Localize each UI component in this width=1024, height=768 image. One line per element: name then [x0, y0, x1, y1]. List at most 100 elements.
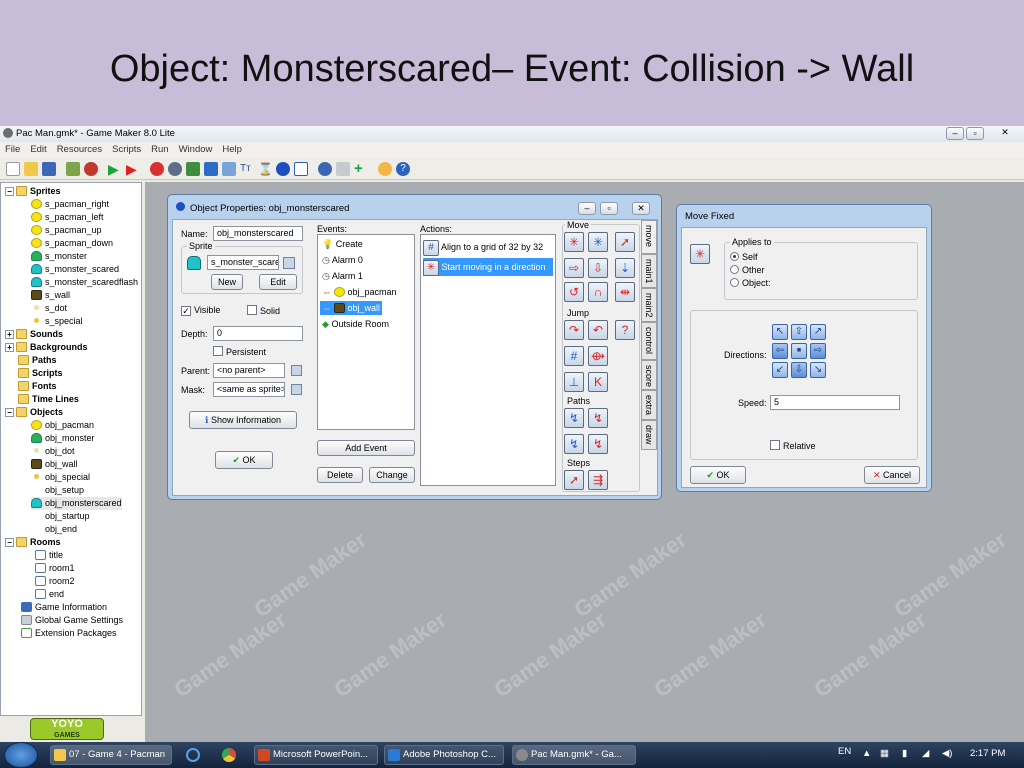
add-font-icon[interactable]: Tт: [240, 162, 254, 176]
tree-item[interactable]: room1: [35, 562, 75, 575]
tree-global-settings[interactable]: Global Game Settings: [21, 614, 123, 627]
tree-folder-rooms[interactable]: − Rooms: [5, 536, 61, 549]
tree-item[interactable]: title: [35, 549, 63, 562]
dialog-maximize-button[interactable]: ▫: [600, 202, 618, 215]
parent-browse-icon[interactable]: [291, 365, 302, 376]
tree-item[interactable]: obj_setup: [45, 484, 84, 497]
direction-down-icon[interactable]: ⇩: [791, 362, 807, 378]
tree-item[interactable]: obj_dot: [31, 445, 75, 458]
direction-down-right-icon[interactable]: ↘: [810, 362, 826, 378]
menu-run[interactable]: Run: [146, 142, 173, 155]
visible-checkbox[interactable]: ✓ Visible: [181, 305, 220, 316]
taskbar-item-folder[interactable]: 07 - Game 4 - Pacman: [50, 745, 172, 765]
vertical-speed-action-icon[interactable]: ⇩: [588, 258, 608, 278]
advanced-mode-icon[interactable]: [378, 162, 392, 176]
relative-checkbox[interactable]: Relative: [770, 440, 816, 451]
extension-icon[interactable]: +: [354, 161, 368, 176]
add-sprite-icon[interactable]: [150, 162, 164, 176]
tab-main1[interactable]: main1: [641, 254, 657, 288]
reverse-vertical-action-icon[interactable]: ∩: [588, 282, 608, 302]
show-hidden-icons-icon[interactable]: ▲: [862, 748, 871, 759]
tree-item[interactable]: s_pacman_right: [31, 198, 109, 211]
menu-resources[interactable]: Resources: [52, 142, 107, 155]
direction-stop-icon[interactable]: ■: [791, 343, 807, 359]
cancel-button[interactable]: ✕ Cancel: [864, 466, 920, 484]
menu-window[interactable]: Window: [174, 142, 218, 155]
create-executable-icon[interactable]: [66, 162, 80, 176]
add-timeline-icon[interactable]: ⌛: [258, 162, 273, 176]
tab-score[interactable]: score: [641, 360, 657, 390]
tree-item[interactable]: obj_special: [31, 471, 90, 484]
solid-checkbox[interactable]: Solid: [247, 305, 280, 316]
gravity-action-icon[interactable]: ⇣: [615, 258, 635, 278]
horizontal-speed-action-icon[interactable]: ⇨: [564, 258, 584, 278]
applies-other-radio[interactable]: Other: [730, 265, 765, 275]
tree-item[interactable]: s_monster_scaredflash: [31, 276, 138, 289]
signal-icon[interactable]: ▮: [902, 748, 907, 759]
tree-item[interactable]: s_monster: [31, 250, 87, 263]
tab-move[interactable]: move: [641, 220, 657, 254]
path-position-action-icon[interactable]: ↯: [564, 434, 584, 454]
persistent-checkbox[interactable]: Persistent: [213, 346, 266, 357]
move-free-action-icon[interactable]: ✳: [588, 232, 608, 252]
jump-random-action-icon[interactable]: ?: [615, 320, 635, 340]
tab-control[interactable]: control: [641, 322, 657, 360]
applies-self-radio[interactable]: Self: [730, 252, 758, 262]
taskbar-item-photoshop[interactable]: Adobe Photoshop C...: [384, 745, 504, 765]
bounce-action-icon[interactable]: K: [588, 372, 608, 392]
game-info-icon[interactable]: [318, 162, 332, 176]
tree-item[interactable]: s_pacman_up: [31, 224, 102, 237]
parent-select[interactable]: <no parent>: [213, 363, 285, 378]
edit-sprite-button[interactable]: Edit: [259, 274, 297, 290]
add-sound-icon[interactable]: [168, 162, 182, 176]
name-input[interactable]: obj_monsterscared: [213, 226, 303, 241]
change-event-button[interactable]: Change: [369, 467, 415, 483]
end-path-action-icon[interactable]: ↯: [588, 408, 608, 428]
tree-folder-sprites[interactable]: − Sprites: [5, 185, 61, 198]
step-towards-action-icon[interactable]: ➚: [564, 470, 584, 490]
set-path-action-icon[interactable]: ↯: [564, 408, 584, 428]
chrome-icon[interactable]: [222, 748, 236, 762]
direction-left-icon[interactable]: ⇦: [772, 343, 788, 359]
wrap-screen-action-icon[interactable]: ⟴: [588, 346, 608, 366]
help-icon[interactable]: ?: [396, 162, 410, 176]
tab-main2[interactable]: main2: [641, 288, 657, 322]
add-background-icon[interactable]: [186, 162, 200, 176]
step-avoiding-action-icon[interactable]: ⇶: [588, 470, 608, 490]
applies-object-radio[interactable]: Object:: [730, 278, 771, 288]
tree-item[interactable]: obj_pacman: [31, 419, 94, 432]
taskbar-item-powerpoint[interactable]: Microsoft PowerPoin...: [254, 745, 378, 765]
maximize-button[interactable]: ▫: [966, 127, 984, 140]
start-button[interactable]: [4, 742, 38, 768]
language-indicator[interactable]: EN: [838, 746, 851, 757]
depth-input[interactable]: 0: [213, 326, 303, 341]
tree-item[interactable]: obj_wall: [31, 458, 78, 471]
add-object-icon[interactable]: [276, 162, 290, 176]
tab-draw[interactable]: draw: [641, 420, 657, 450]
tree-item[interactable]: s_pacman_down: [31, 237, 113, 250]
speed-input[interactable]: 5: [770, 395, 900, 410]
action-align-grid[interactable]: # Align to a grid of 32 by 32: [423, 238, 543, 256]
global-settings-icon[interactable]: [336, 162, 350, 176]
menu-scripts[interactable]: Scripts: [107, 142, 146, 155]
tab-extra[interactable]: extra: [641, 390, 657, 420]
new-sprite-button[interactable]: New: [211, 274, 243, 290]
tree-folder-scripts[interactable]: Scripts: [18, 367, 63, 380]
tree-item-selected[interactable]: obj_monsterscared: [31, 497, 122, 510]
internet-explorer-icon[interactable]: [186, 748, 200, 762]
run-icon[interactable]: ▶: [108, 162, 122, 176]
jump-position-action-icon[interactable]: ↷: [564, 320, 584, 340]
move-towards-action-icon[interactable]: ➚: [615, 232, 635, 252]
tree-item[interactable]: s_special: [31, 315, 83, 328]
close-button[interactable]: ✕: [996, 127, 1014, 140]
tree-folder-timelines[interactable]: Time Lines: [18, 393, 79, 406]
event-outside-room[interactable]: ◆ Outside Room: [320, 317, 389, 331]
dialog-minimize-button[interactable]: –: [578, 202, 596, 215]
align-grid-action-icon[interactable]: #: [564, 346, 584, 366]
ok-button[interactable]: ✔ OK: [215, 451, 273, 469]
minimize-button[interactable]: –: [946, 127, 964, 140]
publish-icon[interactable]: [84, 162, 98, 176]
tree-item[interactable]: end: [35, 588, 64, 601]
show-information-button[interactable]: ℹ Show Information: [189, 411, 297, 429]
tree-folder-fonts[interactable]: Fonts: [18, 380, 57, 393]
